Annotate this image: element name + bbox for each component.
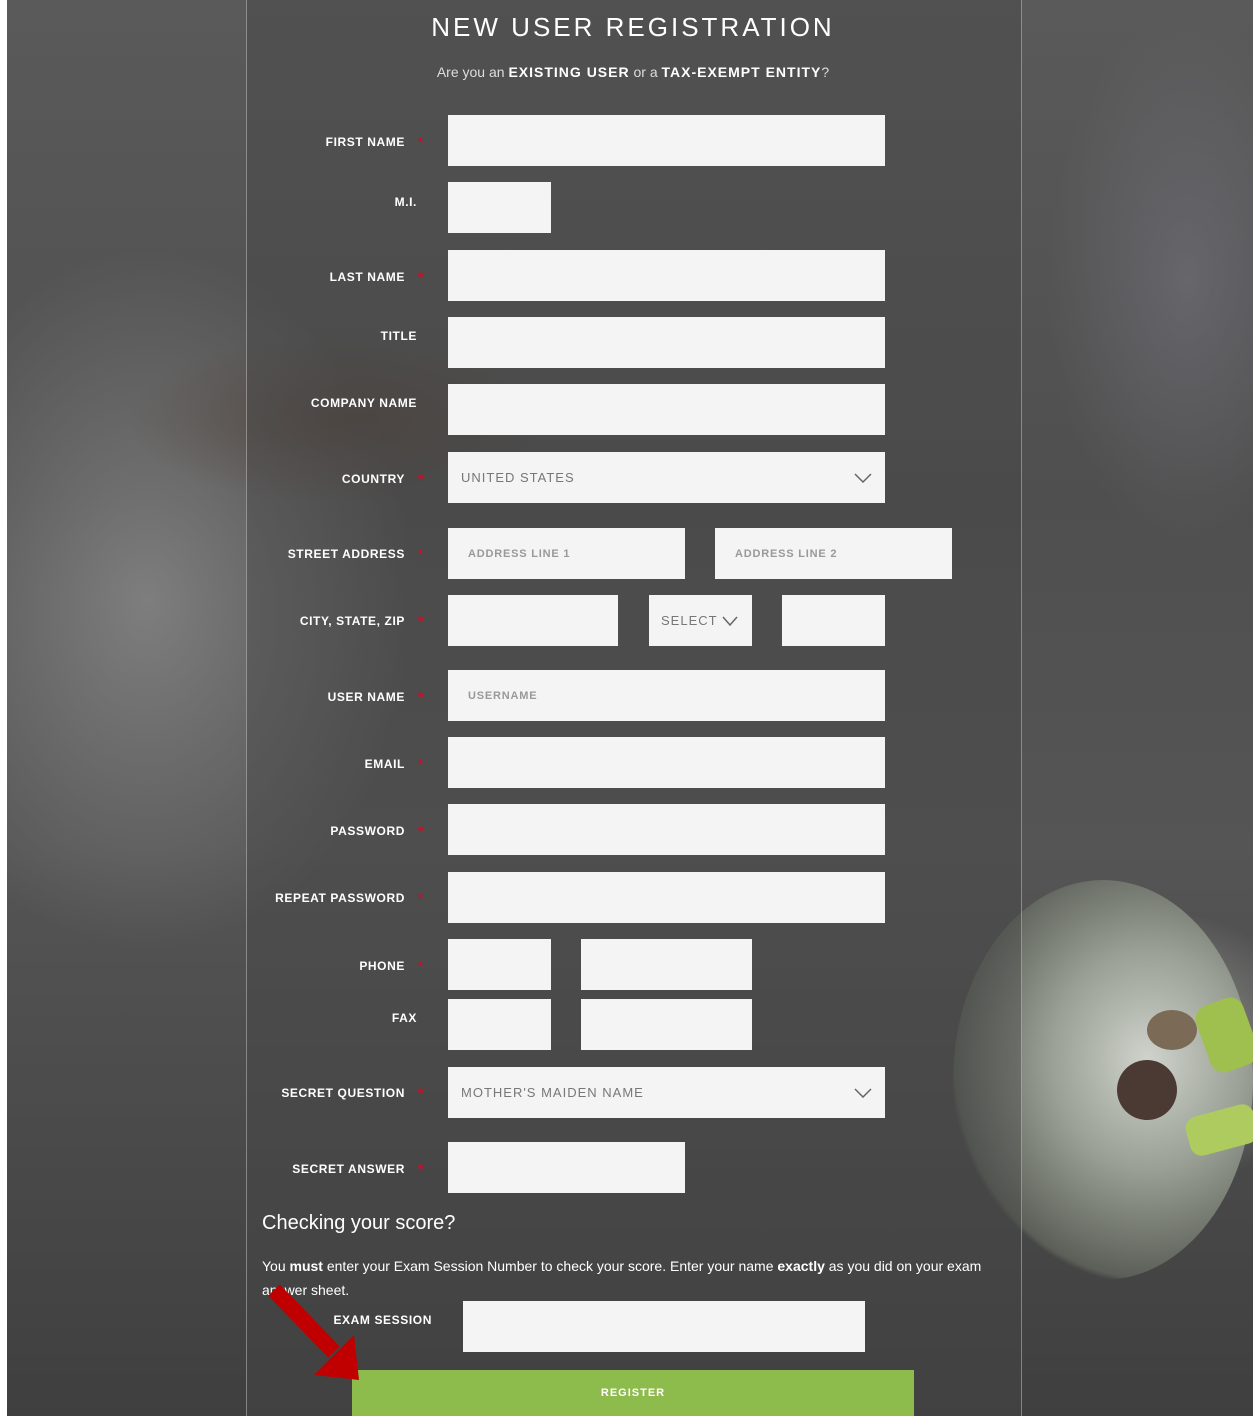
secret-answer-label: SECRET ANSWER <box>292 1162 405 1176</box>
required-mark: * <box>418 613 424 629</box>
country-label: COUNTRY <box>341 472 405 486</box>
username-input[interactable] <box>448 670 885 721</box>
last-name-label: LAST NAME <box>329 270 405 284</box>
required-mark: * <box>418 546 424 562</box>
email-input[interactable] <box>448 737 885 788</box>
fax-label: FAX <box>391 1011 417 1025</box>
exam-session-input[interactable] <box>463 1301 865 1352</box>
title-label: TITLE <box>380 329 417 343</box>
score-instructions: You must enter your Exam Session Number … <box>262 1254 1002 1302</box>
page-title: NEW USER REGISTRATION <box>431 12 835 42</box>
instructions-emphasis: must <box>289 1258 323 1274</box>
vegetable-shape <box>1117 1060 1177 1120</box>
required-mark: * <box>418 958 424 974</box>
phone-label: PHONE <box>359 959 405 973</box>
fax-number-input[interactable] <box>581 999 752 1050</box>
chevron-down-icon <box>854 1087 872 1098</box>
required-mark: * <box>418 134 424 150</box>
subtitle-suffix: ? <box>821 64 830 80</box>
fax-area-code-input[interactable] <box>448 999 551 1050</box>
instructions-part: You <box>262 1258 290 1274</box>
chevron-down-icon <box>722 616 738 626</box>
repeat-password-label: REPEAT PASSWORD <box>275 891 405 905</box>
required-mark: * <box>418 756 424 772</box>
required-mark: * <box>418 471 424 487</box>
first-name-label: FIRST NAME <box>325 135 405 149</box>
email-label: EMAIL <box>364 757 405 771</box>
country-select[interactable]: UNITED STATES <box>448 452 885 503</box>
tax-exempt-link[interactable]: TAX-EXEMPT ENTITY <box>662 64 822 80</box>
subtitle-prefix: Are you an <box>436 64 505 80</box>
city-input[interactable] <box>448 595 618 646</box>
country-value: UNITED STATES <box>461 470 575 485</box>
secret-answer-input[interactable] <box>448 1142 685 1193</box>
score-section-title: Checking your score? <box>262 1212 456 1234</box>
repeat-password-input[interactable] <box>448 872 885 923</box>
phone-area-code-input[interactable] <box>448 939 551 990</box>
register-button[interactable]: REGISTER <box>352 1370 914 1416</box>
state-value: SELECT <box>661 613 718 628</box>
username-label: USER NAME <box>327 690 405 704</box>
instructions-part: enter your Exam Session Number to check … <box>322 1258 778 1274</box>
street-address-label: STREET ADDRESS <box>287 547 405 561</box>
state-select[interactable]: SELECT <box>649 595 752 646</box>
company-name-input[interactable] <box>448 384 885 435</box>
vegetable-shape <box>1147 1010 1197 1050</box>
first-name-input[interactable] <box>448 115 885 166</box>
mi-input[interactable] <box>448 182 551 233</box>
existing-user-link[interactable]: EXISTING USER <box>508 64 629 80</box>
secret-question-select[interactable]: MOTHER'S MAIDEN NAME <box>448 1067 885 1118</box>
company-name-label: COMPANY NAME <box>310 396 417 410</box>
password-input[interactable] <box>448 804 885 855</box>
instructions-emphasis: exactly <box>777 1258 825 1274</box>
address-line-1-input[interactable] <box>448 528 685 579</box>
required-mark: * <box>418 689 424 705</box>
required-mark: * <box>418 1085 424 1101</box>
red-arrow-icon <box>268 1284 359 1380</box>
title-input[interactable] <box>448 317 885 368</box>
phone-number-input[interactable] <box>581 939 752 990</box>
required-mark: * <box>418 269 424 285</box>
subtitle-mid: or a <box>633 64 658 80</box>
mi-label: M.I. <box>394 195 417 209</box>
required-mark: * <box>418 1161 424 1177</box>
secret-question-label: SECRET QUESTION <box>281 1086 405 1100</box>
chevron-down-icon <box>854 472 872 483</box>
address-line-2-input[interactable] <box>715 528 952 579</box>
page-subtitle: Are you an EXISTING USER or a TAX-EXEMPT… <box>246 64 1020 80</box>
required-mark: * <box>418 890 424 906</box>
last-name-input[interactable] <box>448 250 885 301</box>
city-state-zip-label: CITY, STATE, ZIP <box>299 614 405 628</box>
secret-question-value: MOTHER'S MAIDEN NAME <box>461 1085 644 1100</box>
required-mark: * <box>418 823 424 839</box>
password-label: PASSWORD <box>330 824 405 838</box>
zip-input[interactable] <box>782 595 885 646</box>
